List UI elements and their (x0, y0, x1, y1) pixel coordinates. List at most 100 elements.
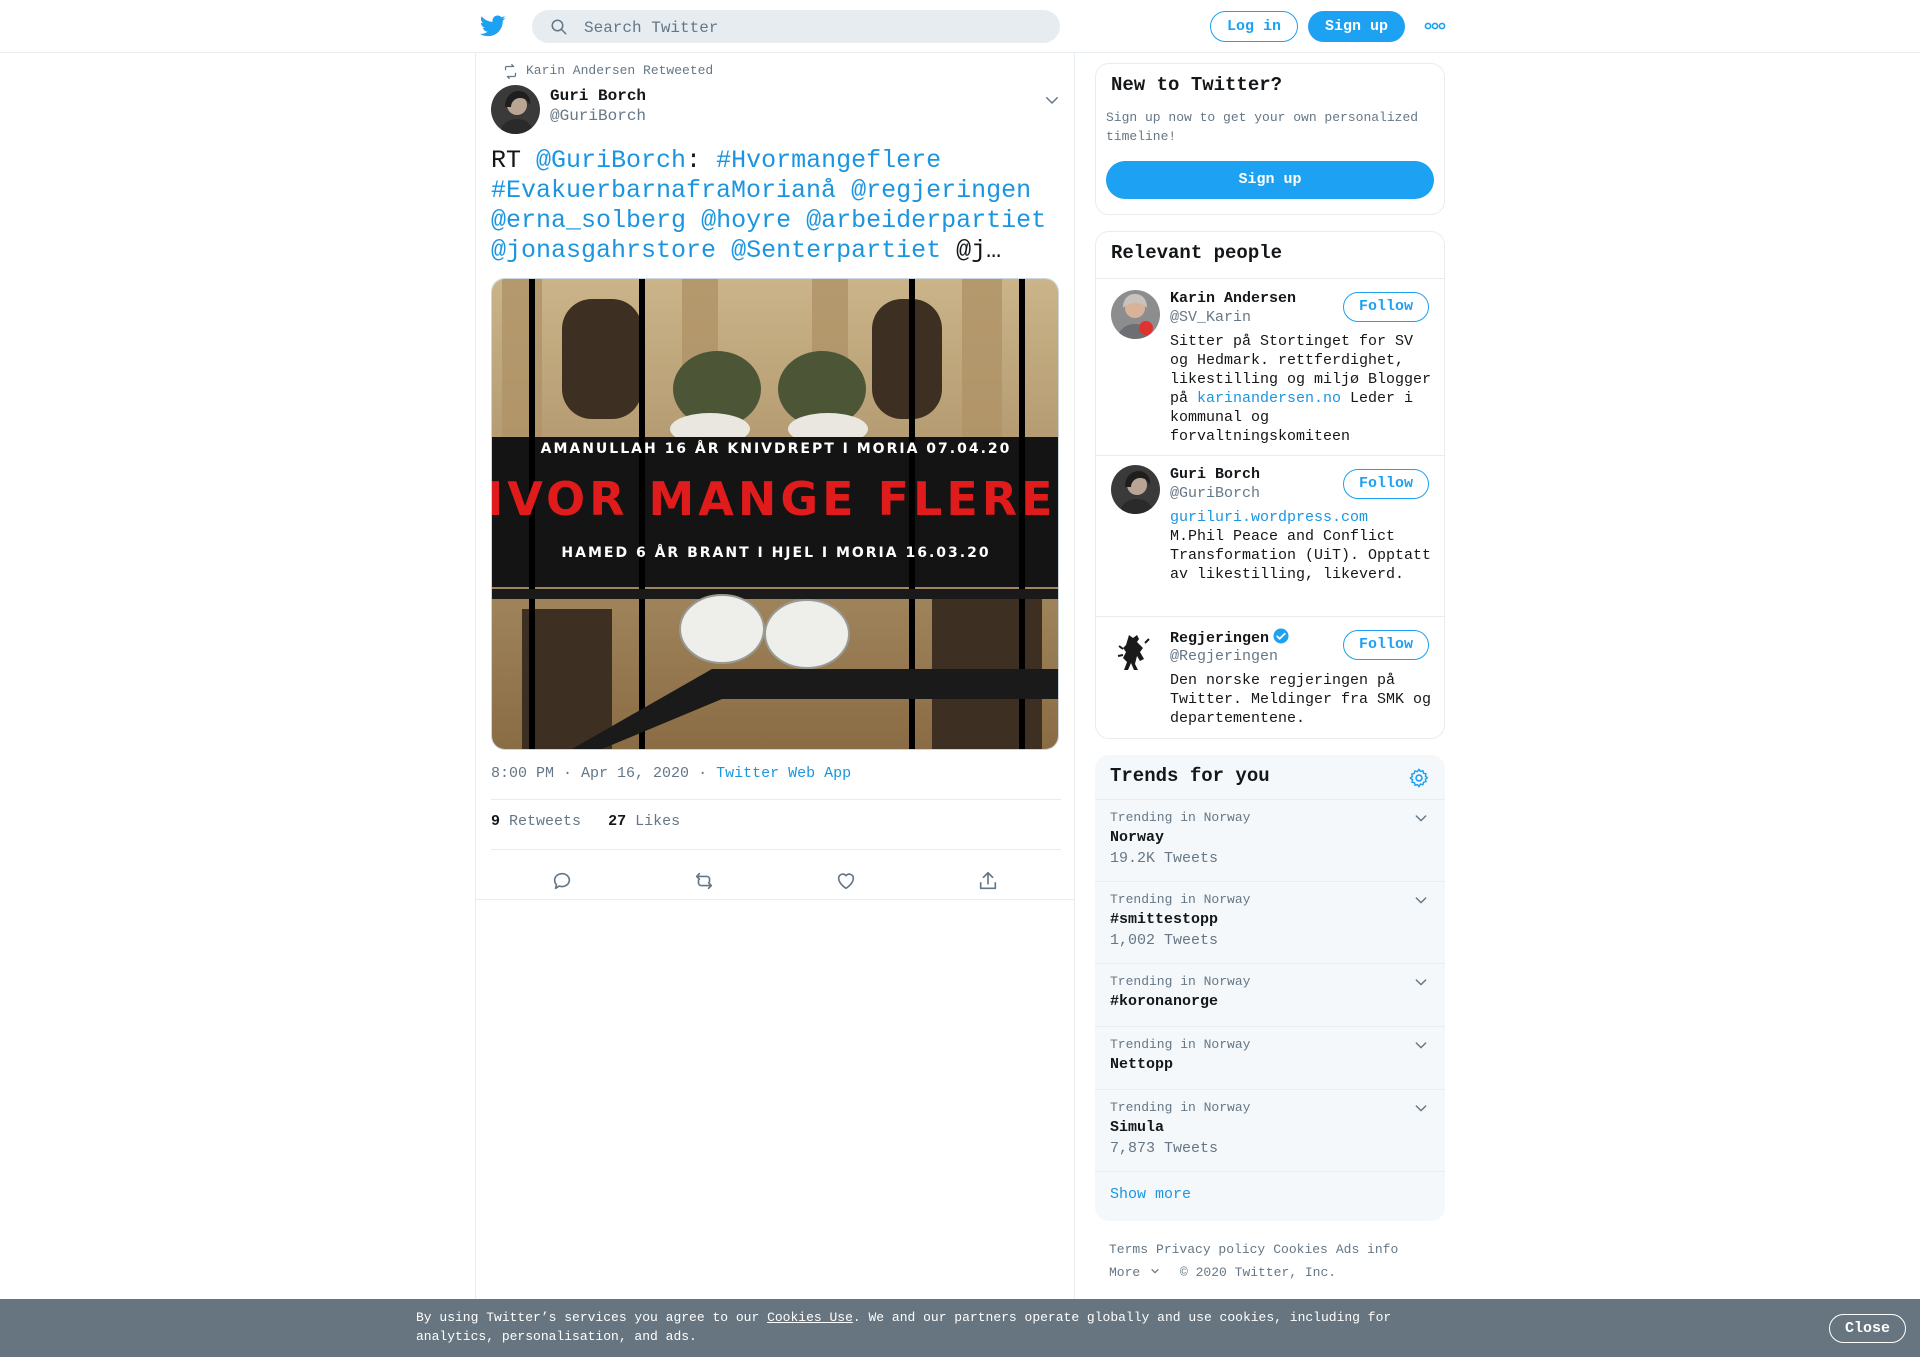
person-name[interactable]: Karin Andersen (1170, 290, 1296, 307)
avatar[interactable] (1111, 627, 1160, 676)
search-input[interactable] (582, 10, 1046, 45)
mention-link[interactable]: @jonasgahrstore (491, 236, 716, 265)
retweet-icon[interactable] (693, 870, 715, 892)
author-handle[interactable]: @GuriBorch (550, 107, 646, 125)
reply-icon[interactable] (551, 870, 573, 892)
image-caption-bottom: HAMED 6 ÅR BRANT I HJEL I MORIA 16.03.20 (561, 544, 990, 561)
search-box[interactable] (532, 10, 1060, 45)
trend-count: 7,873 Tweets (1110, 1140, 1219, 1157)
like-heart-icon[interactable] (835, 870, 857, 892)
divider (491, 799, 1061, 800)
gear-icon[interactable] (1408, 767, 1430, 789)
follow-button[interactable]: Follow (1343, 469, 1429, 499)
tweet-text-plain: RT (491, 146, 537, 175)
mention-link[interactable]: @arbeiderpartiet (806, 206, 1046, 235)
footer-more-label: More (1109, 1265, 1141, 1280)
footer-terms-link[interactable]: Terms (1109, 1242, 1148, 1257)
hashtag-link[interactable]: #EvakuerbarnafraMorianå (491, 176, 836, 205)
trend-name[interactable]: #smittestopp (1110, 911, 1218, 928)
footer-cookies-link[interactable]: Cookies (1273, 1242, 1328, 1257)
new-to-twitter-title: New to Twitter? (1111, 74, 1283, 96)
footer-privacy-link[interactable]: Privacy policy (1156, 1242, 1265, 1257)
cookie-use-link[interactable]: Cookies Use (767, 1310, 853, 1325)
trend-name[interactable]: Simula (1110, 1119, 1164, 1136)
tweet-text: RT @GuriBorch: #Hvormangeflere #Evakuerb… (491, 146, 1056, 266)
trend-name[interactable]: #koronanorge (1110, 993, 1218, 1010)
chevron-down-icon[interactable] (1413, 974, 1429, 990)
person-card[interactable]: Guri Borch @GuriBorch Follow guriluri.wo… (1096, 455, 1444, 616)
trend-name[interactable]: Nettopp (1110, 1056, 1173, 1073)
trend-item[interactable]: Trending in Norway Simula 7,873 Tweets (1095, 1089, 1445, 1171)
sidebar-signup-button[interactable]: Sign up (1106, 161, 1434, 199)
mention-link[interactable]: @GuriBorch (536, 146, 686, 175)
avatar[interactable] (1111, 290, 1160, 339)
show-more-link[interactable]: Show more (1110, 1186, 1191, 1203)
trend-context: Trending in Norway (1110, 1037, 1251, 1052)
show-more-row[interactable]: Show more (1095, 1171, 1445, 1221)
signup-button[interactable]: Sign up (1308, 11, 1405, 42)
share-icon[interactable] (977, 870, 999, 892)
tweet-actions (476, 861, 1076, 901)
footer-copyright: © 2020 Twitter, Inc. (1180, 1265, 1337, 1280)
sidebar-footer: Terms Privacy policy Cookies Ads info More … (1109, 1238, 1439, 1284)
person-bio: Den norske regjeringen på Twitter. Meldi… (1170, 672, 1432, 727)
hashtag-link[interactable]: #Hvormangeflere (716, 146, 941, 175)
mention-link[interactable]: @erna_solberg (491, 206, 686, 235)
mention-link[interactable]: @regjeringen (851, 176, 1031, 205)
norwegian-lion-crest-icon (1111, 627, 1160, 676)
search-icon (551, 19, 567, 35)
author-avatar[interactable] (491, 85, 540, 134)
tweet-image[interactable]: AMANULLAH 16 ÅR KNIVDREPT I MORIA 07.04.… (491, 278, 1059, 750)
trends-card: Trends for you Trending in Norway Norway… (1095, 755, 1445, 1221)
twitter-bird-icon[interactable] (480, 13, 506, 39)
likes-label: Likes (635, 813, 681, 830)
chevron-down-icon[interactable] (1413, 1037, 1429, 1053)
new-to-twitter-card: New to Twitter? Sign up now to get your … (1095, 63, 1445, 215)
retweets-stat[interactable]: 9 Retweets (491, 813, 581, 830)
tweet-text-plain: : (686, 146, 717, 175)
chevron-down-icon[interactable] (1413, 810, 1429, 826)
bio-link[interactable]: karinandersen.no (1197, 390, 1341, 407)
tweet-timestamp[interactable]: 8:00 PM · Apr 16, 2020 (491, 765, 689, 782)
author-name[interactable]: Guri Borch (550, 87, 646, 105)
footer-more-link[interactable]: More (1109, 1265, 1160, 1280)
trend-item[interactable]: Trending in Norway Nettopp (1095, 1026, 1445, 1089)
person-handle[interactable]: @Regjeringen (1170, 648, 1278, 665)
bio-link[interactable]: guriluri.wordpress.com (1170, 509, 1368, 526)
follow-button[interactable]: Follow (1343, 292, 1429, 322)
cookie-text: By using Twitter’s services you agree to… (416, 1310, 768, 1325)
trend-item[interactable]: Trending in Norway #koronanorge (1095, 963, 1445, 1026)
login-button[interactable]: Log in (1210, 11, 1298, 42)
chevron-down-icon[interactable] (1413, 1100, 1429, 1116)
image-headline: HVOR MANGE FLERE? (492, 472, 1059, 526)
follow-button[interactable]: Follow (1343, 630, 1429, 660)
trend-context: Trending in Norway (1110, 974, 1251, 989)
trend-context: Trending in Norway (1110, 1100, 1251, 1115)
cookie-message: By using Twitter’s services you agree to… (416, 1308, 1416, 1346)
person-name[interactable]: Regjeringen (1170, 630, 1269, 647)
cookie-close-button[interactable]: Close (1829, 1314, 1906, 1343)
person-card[interactable]: Regjeringen @Regjeringen Follow Den nors… (1096, 616, 1444, 738)
tweet-source-link[interactable]: Twitter Web App (716, 765, 851, 782)
person-handle[interactable]: @GuriBorch (1170, 485, 1260, 502)
trend-item[interactable]: Trending in Norway Norway 19.2K Tweets (1095, 799, 1445, 881)
chevron-down-icon[interactable] (1413, 892, 1429, 908)
new-to-twitter-subtitle: Sign up now to get your own personalized… (1106, 110, 1419, 144)
chevron-down-icon[interactable] (1043, 91, 1061, 109)
retweet-context-label: Karin Andersen Retweeted (526, 63, 714, 78)
trend-item[interactable]: Trending in Norway #smittestopp 1,002 Tw… (1095, 881, 1445, 963)
mention-link[interactable]: @hoyre (701, 206, 791, 235)
more-dots-icon[interactable] (1424, 20, 1446, 32)
likes-stat[interactable]: 27 Likes (608, 813, 680, 830)
person-handle[interactable]: @SV_Karin (1170, 309, 1251, 326)
person-card[interactable]: Karin Andersen @SV_Karin Follow Sitter p… (1096, 278, 1444, 455)
trend-name[interactable]: Norway (1110, 829, 1164, 846)
tweet-column: Karin Andersen Retweeted Guri Borch @Gur… (475, 53, 1075, 1357)
avatar[interactable] (1111, 465, 1160, 514)
meta-separator: · (698, 765, 708, 782)
person-name-row[interactable]: Regjeringen (1170, 627, 1290, 647)
mention-link[interactable]: @Senterpartiet (731, 236, 941, 265)
trend-context: Trending in Norway (1110, 810, 1251, 825)
footer-ads-link[interactable]: Ads info (1336, 1242, 1398, 1257)
person-name[interactable]: Guri Borch (1170, 466, 1260, 483)
